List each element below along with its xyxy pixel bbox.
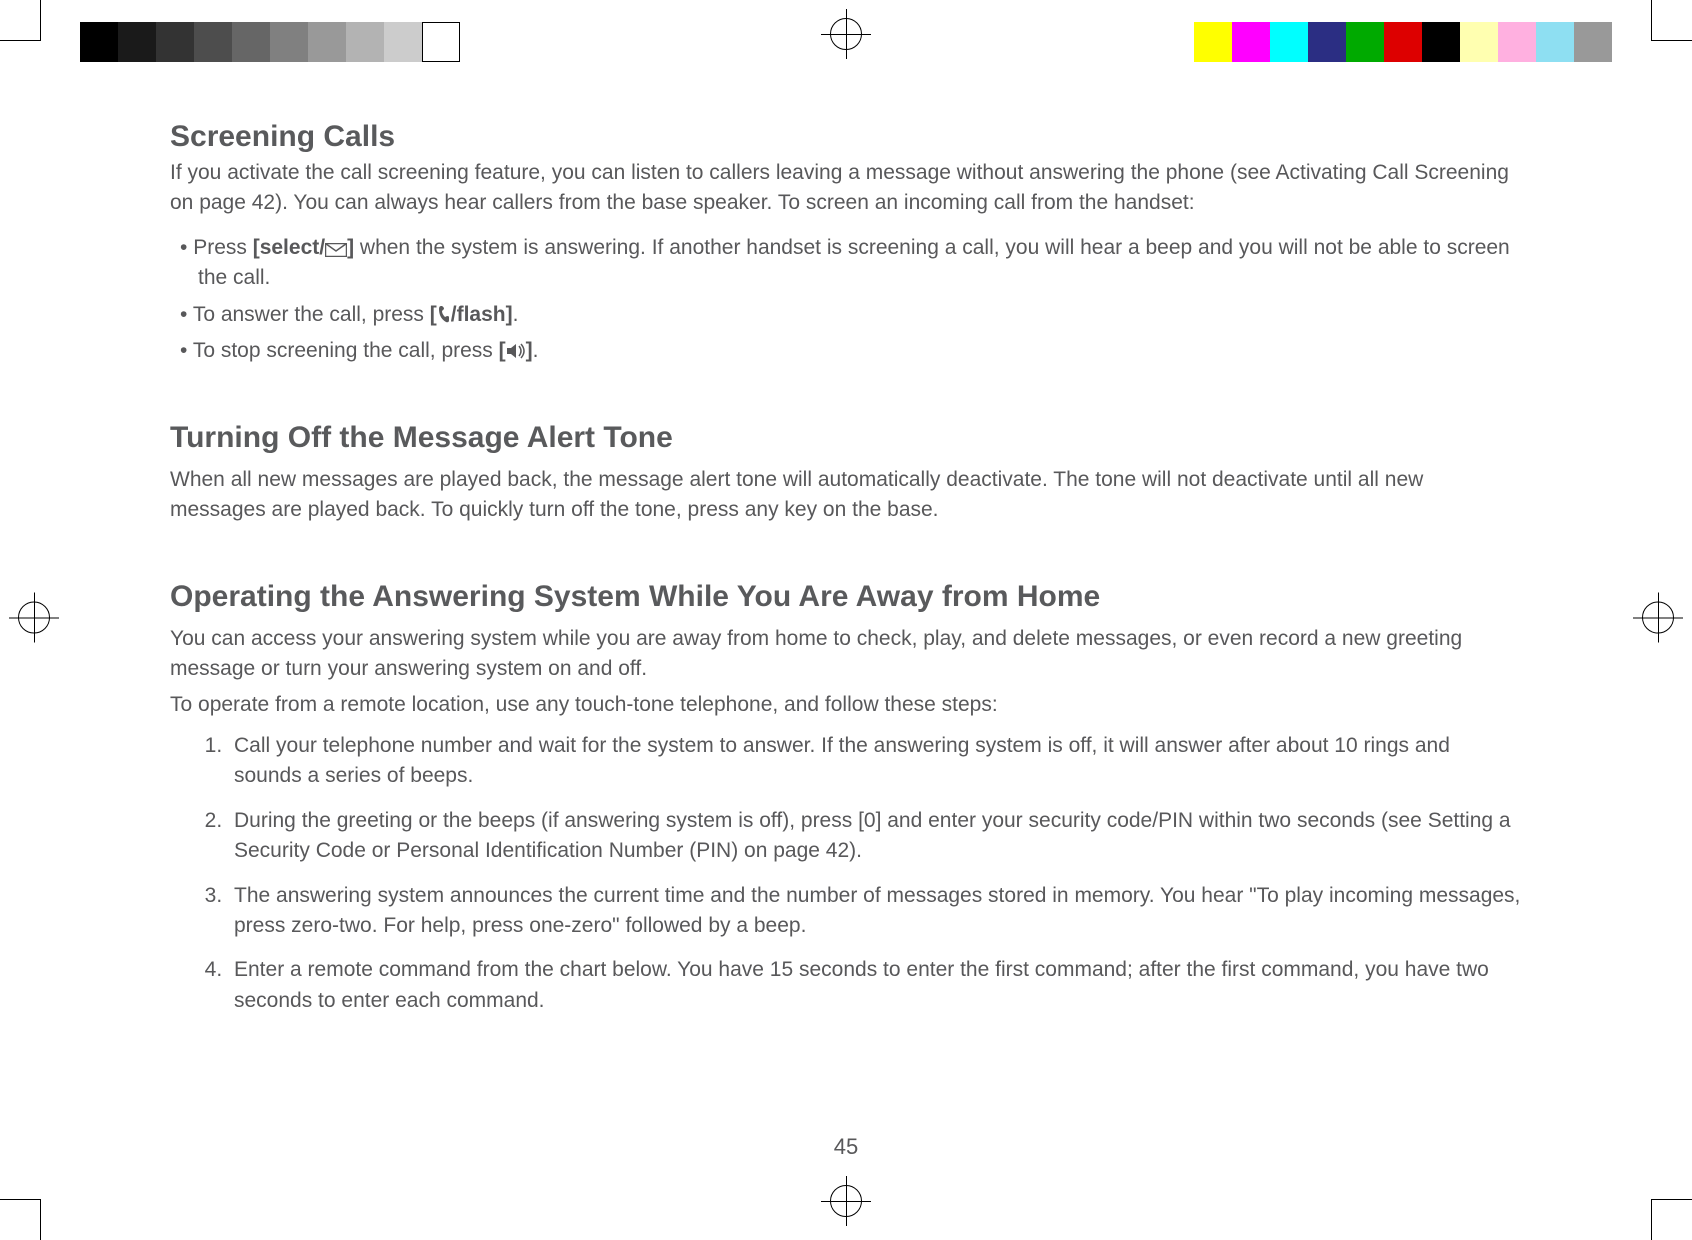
color-calibration-bar [1194, 22, 1612, 62]
text: when the system is answering. If another… [198, 236, 1510, 289]
registration-mark [1642, 602, 1674, 639]
text: Press [193, 236, 253, 259]
screening-intro: If you activate the call screening featu… [170, 158, 1522, 219]
list-item: Call your telephone number and wait for … [228, 731, 1522, 792]
talk-icon [437, 304, 451, 324]
remote-intro-1: You can access your answering system whi… [170, 624, 1522, 685]
page-content: Screening Calls If you activate the call… [170, 120, 1522, 1030]
crop-mark [1651, 1199, 1692, 1240]
heading-screening-calls: Screening Calls [170, 120, 1522, 154]
flash-button-label: [/flash] [430, 303, 513, 326]
remote-steps: Call your telephone number and wait for … [170, 731, 1522, 1017]
heading-alert-tone: Turning Off the Message Alert Tone [170, 421, 1522, 455]
crop-mark [0, 0, 41, 41]
crop-mark [0, 1199, 41, 1240]
heading-remote-operation: Operating the Answering System While You… [170, 580, 1522, 614]
list-item: Enter a remote command from the chart be… [228, 955, 1522, 1016]
crop-mark [1651, 0, 1692, 41]
end-speaker-icon [506, 342, 526, 360]
alert-tone-body: When all new messages are played back, t… [170, 465, 1522, 526]
list-item: Press [select/] when the system is answe… [198, 233, 1522, 294]
registration-mark [830, 18, 862, 55]
remote-intro-2: To operate from a remote location, use a… [170, 690, 1522, 720]
registration-mark [18, 602, 50, 639]
list-item: To answer the call, press [/flash]. [198, 300, 1522, 330]
text: . [513, 303, 519, 326]
screening-bullets: Press [select/] when the system is answe… [170, 233, 1522, 367]
envelope-icon [325, 243, 347, 257]
text: . [533, 339, 539, 362]
grayscale-calibration-bar [80, 22, 460, 62]
registration-mark [830, 1185, 862, 1222]
text: To stop screening the call, press [193, 339, 499, 362]
select-button-label: [select/] [253, 236, 354, 259]
list-item: To stop screening the call, press []. [198, 336, 1522, 366]
end-button-label: [] [499, 339, 533, 362]
text: To answer the call, press [193, 303, 430, 326]
page-number: 45 [834, 1134, 858, 1160]
list-item: The answering system announces the curre… [228, 881, 1522, 942]
list-item: During the greeting or the beeps (if ans… [228, 806, 1522, 867]
